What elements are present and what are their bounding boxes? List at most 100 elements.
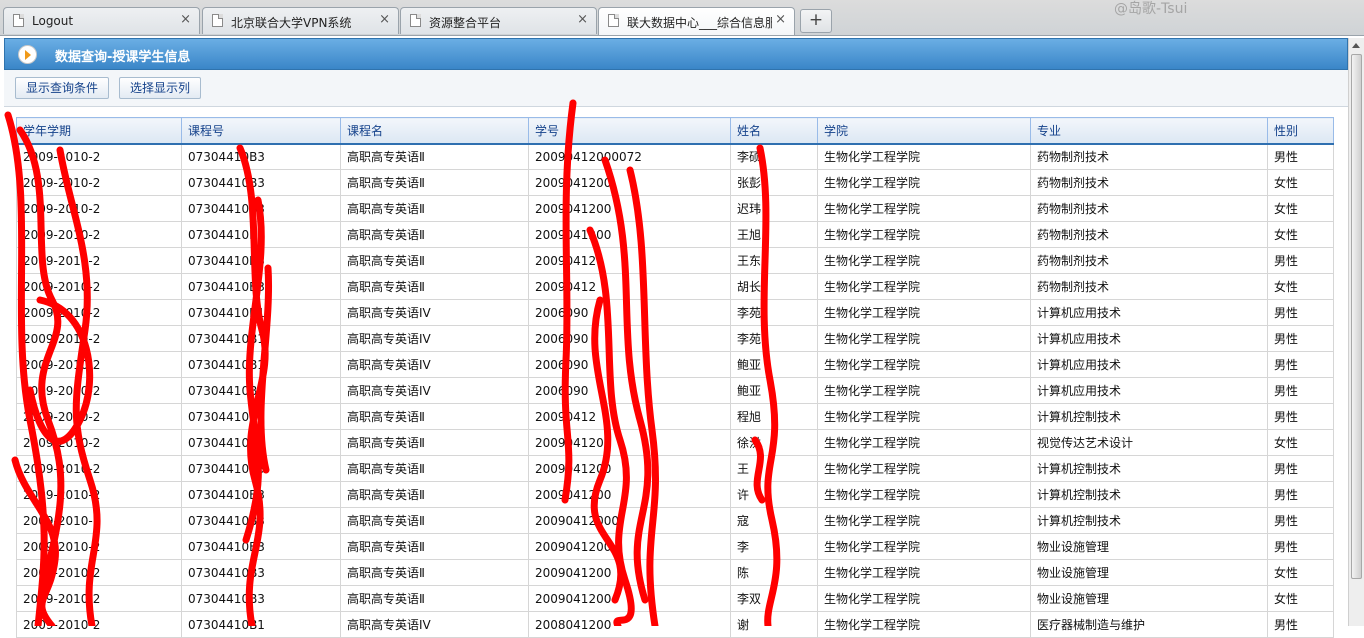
new-tab-button[interactable]: + <box>800 9 832 33</box>
table-row[interactable]: 2009-2010-2 07304410B3 高职高专英语Ⅱ 200904120 王东生… <box>16 247 1334 274</box>
column-header[interactable]: 学院 <box>817 117 1031 145</box>
table-cell: 高职高专英语IV <box>340 611 529 638</box>
table-row[interactable]: 2009-2010-2 07304410B3 高职高专英语Ⅱ 20090412000 寇… <box>16 507 1334 534</box>
table-cell: 2009-2010-2 <box>16 247 182 274</box>
table-cell: 高职高专英语Ⅱ <box>340 247 529 274</box>
vertical-scrollbar[interactable] <box>1348 38 1364 626</box>
column-header[interactable]: 学号 <box>528 117 731 145</box>
table-cell: 谢 <box>730 611 818 638</box>
table-row[interactable]: 2009-2010-2 07304410B1 高职高专英语IV 2006090 鲍亚 生物… <box>16 377 1334 404</box>
table-cell: 2006090 <box>528 325 731 352</box>
table-row[interactable]: 2009-2010-2 07304410B3 高职高专英语Ⅱ 20090412 胡长 生物… <box>16 273 1334 300</box>
column-header[interactable]: 学年学期 <box>16 117 182 145</box>
table-cell: 生物化学工程学院 <box>817 169 1031 196</box>
table-row[interactable]: 2009-2010-2 07304410B3 高职高专英语Ⅱ 2009041200 王旭… <box>16 221 1334 248</box>
column-header[interactable]: 性别 <box>1267 117 1334 145</box>
table-cell: 王 <box>730 455 818 482</box>
table-cell: 07304410B1 <box>181 299 341 326</box>
browser-tab-data-center[interactable]: 联大数据中心___综合信息服 × <box>598 7 795 35</box>
table-cell: 高职高专英语Ⅱ <box>340 481 529 508</box>
close-icon[interactable]: × <box>379 12 390 27</box>
table-row[interactable]: 2009-2010-2 07304410B1 高职高专英语IV 2008041200 谢… <box>16 611 1334 638</box>
table-cell: 计算机控制技术 <box>1030 455 1268 482</box>
table-cell: 计算机应用技术 <box>1030 299 1268 326</box>
table-row[interactable]: 2009-2010-2 07304410B3 高职高专英语Ⅱ 2009041200 王生… <box>16 455 1334 482</box>
browser-tab-resources[interactable]: 资源整合平台 × <box>400 7 597 34</box>
column-header[interactable]: 姓名 <box>730 117 818 145</box>
table-cell: 生物化学工程学院 <box>817 351 1031 378</box>
table-row[interactable]: 2009-2010-2 07304410B3 高职高专英语Ⅱ 2009041200 徐洪… <box>16 429 1334 456</box>
table-cell: 高职高专英语Ⅱ <box>340 559 529 586</box>
table-cell: 2009-2010-2 <box>16 143 182 170</box>
table-row[interactable]: 2009-2010-2 07304410B3 高职高专英语Ⅱ 2009041200 许生… <box>16 481 1334 508</box>
table-row[interactable]: 2009-2010-2 07304410B3 高职高专英语Ⅱ 2009041200 李生… <box>16 533 1334 560</box>
table-cell: 药物制剂技术 <box>1030 247 1268 274</box>
table-cell: 女性 <box>1267 169 1334 196</box>
browser-tab-vpn[interactable]: 北京联合大学VPN系统 × <box>202 7 399 34</box>
table-cell: 徐洪 <box>730 429 818 456</box>
table-cell: 20090412 <box>528 403 731 430</box>
table-cell: 2009-2010-2 <box>16 325 182 352</box>
table-row[interactable]: 2009-2010-2 07304410B1 高职高专英语IV 2006090 李苑 生物… <box>16 299 1334 326</box>
table-cell: 07304410B3 <box>181 143 341 170</box>
table-cell: 鲍亚 <box>730 377 818 404</box>
browser-tab-logout[interactable]: Logout × <box>3 7 200 34</box>
tab-title: 联大数据中心___综合信息服 <box>627 16 772 30</box>
table-cell: 药物制剂技术 <box>1030 221 1268 248</box>
tab-title: 北京联合大学VPN系统 <box>231 16 352 30</box>
table-cell: 生物化学工程学院 <box>817 273 1031 300</box>
table-row[interactable]: 2009-2010-2 07304410B3 高职高专英语Ⅱ 20090412 程旭 生物… <box>16 403 1334 430</box>
table-row[interactable]: 2009-2010-2 07304410B3 高职高专英语Ⅱ 2009041200 陈生… <box>16 559 1334 586</box>
table-cell: 2009041200 <box>528 585 731 612</box>
table-row[interactable]: 2009-2010-2 07304410B3 高职高专英语Ⅱ 2009041200 迟玮… <box>16 195 1334 222</box>
table-cell: 李硕 <box>730 143 818 170</box>
page-icon <box>608 14 619 27</box>
column-header[interactable]: 专业 <box>1030 117 1268 145</box>
table-cell: 07304410B1 <box>181 611 341 638</box>
table-cell: 生物化学工程学院 <box>817 585 1031 612</box>
table-cell: 生物化学工程学院 <box>817 195 1031 222</box>
close-icon[interactable]: × <box>577 12 588 27</box>
close-icon[interactable]: × <box>775 12 786 27</box>
table-cell: 生物化学工程学院 <box>817 247 1031 274</box>
scrollbar-thumb[interactable] <box>1351 54 1362 579</box>
table-cell: 2009-2010-2 <box>16 585 182 612</box>
column-header[interactable]: 课程名 <box>340 117 529 145</box>
select-columns-button[interactable]: 选择显示列 <box>119 77 202 99</box>
table-cell: 女性 <box>1267 195 1334 222</box>
table-cell: 高职高专英语Ⅱ <box>340 221 529 248</box>
table-cell: 07304410B1 <box>181 377 341 404</box>
table-cell: 2009-2010-2 <box>16 273 182 300</box>
table-cell: 高职高专英语IV <box>340 299 529 326</box>
table-row[interactable]: 2009-2010-2 07304410B1 高职高专英语IV 2006090 鲍亚 生物… <box>16 351 1334 378</box>
table-cell: 物业设施管理 <box>1030 559 1268 586</box>
table-cell: 李双 <box>730 585 818 612</box>
table-cell: 2006090 <box>528 377 731 404</box>
table-cell: 鲍亚 <box>730 351 818 378</box>
grid-body: 2009-2010-2 07304410B3 高职高专英语Ⅱ 200904120000… <box>16 143 1334 638</box>
table-cell: 2009041200 <box>528 169 731 196</box>
column-header[interactable]: 课程号 <box>181 117 341 145</box>
table-cell: 程旭 <box>730 403 818 430</box>
table-row[interactable]: 2009-2010-2 07304410B3 高职高专英语Ⅱ 2009041200 李双… <box>16 585 1334 612</box>
table-cell: 男性 <box>1267 325 1334 352</box>
table-row[interactable]: 2009-2010-2 07304410B3 高职高专英语Ⅱ 2009041200 张彭… <box>16 169 1334 196</box>
table-cell: 女性 <box>1267 273 1334 300</box>
show-query-conditions-button[interactable]: 显示查询条件 <box>15 77 110 99</box>
table-row[interactable]: 2009-2010-2 07304410B1 高职高专英语IV 2006090 李苑 生物… <box>16 325 1334 352</box>
table-cell: 男性 <box>1267 143 1334 170</box>
table-cell: 高职高专英语Ⅱ <box>340 585 529 612</box>
student-grid: 学年学期 课程号 课程名 学号 姓名 学院 专业 性别 2009-2010-2 0… <box>16 117 1334 638</box>
table-cell: 生物化学工程学院 <box>817 403 1031 430</box>
close-icon[interactable]: × <box>180 12 191 27</box>
table-cell: 07304410B3 <box>181 247 341 274</box>
table-cell: 高职高专英语IV <box>340 351 529 378</box>
scroll-up-icon[interactable] <box>1352 43 1360 48</box>
table-cell: 2009-2010-2 <box>16 169 182 196</box>
table-cell: 高职高专英语Ⅱ <box>340 533 529 560</box>
table-cell: 生物化学工程学院 <box>817 143 1031 170</box>
table-cell: 王旭 <box>730 221 818 248</box>
table-cell: 计算机控制技术 <box>1030 403 1268 430</box>
table-cell: 胡长 <box>730 273 818 300</box>
table-row[interactable]: 2009-2010-2 07304410B3 高职高专英语Ⅱ 200904120000… <box>16 143 1334 170</box>
